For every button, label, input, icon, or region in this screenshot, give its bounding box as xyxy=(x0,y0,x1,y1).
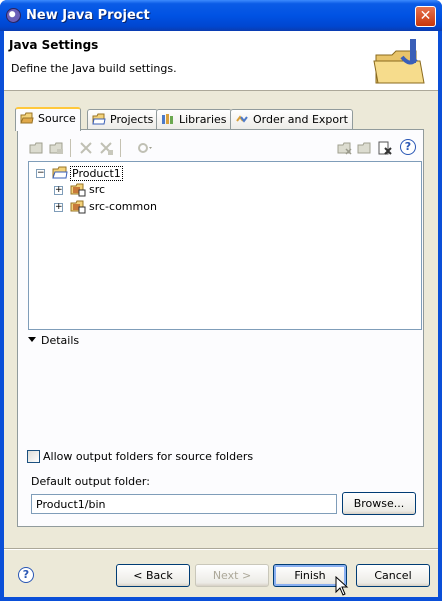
toolbar-separator xyxy=(70,139,71,157)
mouse-pointer-icon xyxy=(335,576,349,596)
tree-item-src-common[interactable]: + src-common xyxy=(53,199,193,215)
help-icon[interactable]: ? xyxy=(18,567,34,583)
triangle-down-icon xyxy=(28,337,36,342)
source-package-icon xyxy=(70,183,86,197)
java-folder-icon xyxy=(373,39,425,84)
tree-item-src[interactable]: + src xyxy=(53,182,173,198)
close-button[interactable]: ✕ xyxy=(415,6,436,27)
exclude-icon[interactable] xyxy=(98,140,115,156)
delete-icon[interactable] xyxy=(376,140,393,156)
toolbar-help-icon[interactable]: ? xyxy=(400,139,416,155)
project-folder-icon xyxy=(52,166,68,179)
tab-order-and-export-label: Order and Export xyxy=(253,113,348,126)
dialog-client: Java Settings Define the Java build sett… xyxy=(4,31,438,597)
tab-source-label: Source xyxy=(38,112,76,125)
allow-output-folders-label[interactable]: Allow output folders for source folders xyxy=(43,450,253,463)
page-description: Define the Java build settings. xyxy=(11,62,177,75)
source-tree[interactable]: − Product1 + src + src-common xyxy=(28,161,422,330)
include-icon[interactable] xyxy=(78,140,95,156)
expand-toggle[interactable]: + xyxy=(54,203,63,212)
projects-folder-icon xyxy=(92,113,106,125)
eclipse-icon xyxy=(6,8,21,23)
expand-toggle[interactable]: + xyxy=(54,186,63,195)
source-folder-icon xyxy=(20,112,34,124)
tab-projects-label: Projects xyxy=(110,113,154,126)
tree-item-label: src-common xyxy=(89,200,157,213)
collapse-toggle[interactable]: − xyxy=(36,169,45,178)
source-toolbar: ? xyxy=(26,136,420,160)
allow-output-folders-checkbox[interactable] xyxy=(27,450,40,463)
browse-button[interactable]: Browse... xyxy=(342,492,416,515)
tree-item-product1[interactable]: − Product1 xyxy=(35,165,155,181)
add-folder-icon[interactable] xyxy=(28,140,45,156)
cancel-button[interactable]: Cancel xyxy=(356,564,430,587)
tab-order-and-export[interactable]: Order and Export xyxy=(230,109,353,130)
libraries-icon xyxy=(162,114,173,124)
link-folder-icon[interactable] xyxy=(48,140,65,156)
details-label: Details xyxy=(41,334,80,347)
tree-item-label: src xyxy=(89,183,106,196)
page-title: Java Settings xyxy=(9,38,99,52)
window-title: New Java Project xyxy=(26,8,150,23)
toolbar-separator xyxy=(120,139,121,157)
title-bar[interactable]: New Java Project ✕ xyxy=(0,0,442,31)
tree-item-label: Product1 xyxy=(70,166,123,181)
tab-libraries[interactable]: Libraries xyxy=(156,109,232,130)
dialog-header: Java Settings Define the Java build sett… xyxy=(4,31,438,91)
configure-icon[interactable] xyxy=(136,140,153,156)
remove-icon[interactable] xyxy=(336,140,353,156)
default-output-folder-label: Default output folder: xyxy=(31,475,150,488)
tab-projects[interactable]: Projects xyxy=(87,109,159,130)
tab-libraries-label: Libraries xyxy=(179,113,227,126)
back-button[interactable]: < Back xyxy=(116,564,190,587)
source-package-icon xyxy=(70,200,86,214)
order-icon xyxy=(236,115,248,123)
edit-icon[interactable] xyxy=(356,140,373,156)
tab-source[interactable]: Source xyxy=(15,107,81,131)
next-button[interactable]: Next > xyxy=(195,564,269,587)
new-java-project-window: New Java Project ✕ Java Settings Define … xyxy=(0,0,442,601)
default-output-folder-input[interactable] xyxy=(31,494,337,514)
footer-divider xyxy=(4,548,438,550)
